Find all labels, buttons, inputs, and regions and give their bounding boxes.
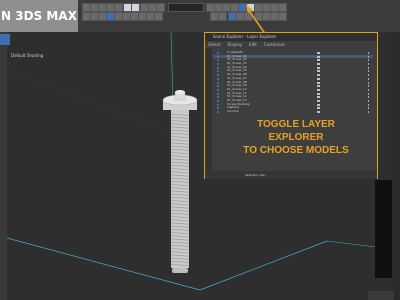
layer-render-icon[interactable]	[317, 85, 320, 88]
layer-eye-icon[interactable]	[217, 52, 219, 54]
layer-eye-icon[interactable]	[217, 81, 219, 84]
layer-render-icon[interactable]	[317, 63, 320, 66]
layer-eye-icon[interactable]	[217, 107, 219, 110]
layer-row[interactable]: Camera	[213, 110, 373, 114]
layer-render-icon[interactable]	[317, 74, 320, 77]
layer-color-swatch[interactable]	[368, 96, 369, 99]
view-gizmo[interactable]	[368, 291, 394, 300]
layer-render-icon[interactable]	[317, 81, 320, 84]
layer-render-icon[interactable]	[317, 55, 320, 58]
layer-color-swatch[interactable]	[368, 55, 369, 58]
layer-color-swatch[interactable]	[368, 85, 369, 88]
layer-color-swatch[interactable]	[368, 88, 369, 91]
layer-render-icon[interactable]	[317, 103, 320, 106]
layer-eye-icon[interactable]	[217, 70, 219, 73]
layer-color-swatch[interactable]	[368, 107, 369, 110]
layer-eye-icon[interactable]	[217, 92, 219, 95]
layer-render-icon[interactable]	[317, 96, 320, 99]
layer-render-icon[interactable]	[317, 70, 320, 73]
explorer-toolstrip[interactable]	[205, 48, 212, 171]
layer-render-icon[interactable]	[317, 66, 320, 69]
layer-color-swatch[interactable]	[368, 52, 369, 54]
layer-color-swatch[interactable]	[368, 66, 369, 69]
layer-eye-icon[interactable]	[217, 85, 219, 88]
command-panel-dark	[375, 180, 392, 278]
selection-set-label: Selection Set:	[245, 173, 266, 177]
layer-render-icon[interactable]	[317, 92, 320, 95]
explorer-menu-item[interactable]: Select	[208, 42, 220, 47]
explorer-menu-item[interactable]: Display	[227, 42, 242, 47]
layer-eye-icon[interactable]	[217, 96, 219, 99]
layer-eye-icon[interactable]	[217, 99, 219, 102]
explorer-menu-item[interactable]: Customize	[264, 42, 285, 47]
layer-render-icon[interactable]	[317, 52, 320, 54]
layer-eye-icon[interactable]	[217, 74, 219, 77]
layer-color-swatch[interactable]	[368, 59, 369, 62]
layer-eye-icon[interactable]	[217, 103, 219, 106]
explorer-menu: Select Display Edit Customize	[205, 41, 377, 48]
layer-eye-icon[interactable]	[217, 77, 219, 80]
layer-render-icon[interactable]	[317, 88, 320, 91]
layer-color-swatch[interactable]	[368, 63, 369, 66]
layer-eye-icon[interactable]	[217, 63, 219, 66]
layer-render-icon[interactable]	[317, 99, 320, 102]
layer-render-icon[interactable]	[317, 107, 320, 110]
command-panel-edge	[392, 32, 400, 300]
layer-render-icon[interactable]	[317, 77, 320, 80]
explorer-menu-item[interactable]: Edit	[249, 42, 257, 47]
callout-text: TOGGLE LAYER EXPLORER TO CHOOSE MODELS	[236, 118, 356, 157]
callout-line-1: TOGGLE LAYER EXPLORER	[257, 119, 335, 143]
layer-eye-icon[interactable]	[217, 59, 219, 62]
layer-eye-icon[interactable]	[217, 111, 219, 113]
layer-render-icon[interactable]	[317, 59, 320, 62]
layer-render-icon[interactable]	[317, 111, 320, 113]
layer-color-swatch[interactable]	[368, 74, 369, 77]
layer-color-swatch[interactable]	[368, 103, 369, 106]
layer-color-swatch[interactable]	[368, 99, 369, 102]
layer-name: Camera	[227, 110, 239, 113]
layer-color-swatch[interactable]	[368, 111, 369, 113]
layer-color-swatch[interactable]	[368, 70, 369, 73]
layer-color-swatch[interactable]	[368, 77, 369, 80]
callout-line-2: TO CHOOSE MODELS	[243, 145, 349, 156]
layer-eye-icon[interactable]	[217, 55, 219, 58]
layer-eye-icon[interactable]	[217, 66, 219, 69]
layer-color-swatch[interactable]	[368, 81, 369, 84]
explorer-title: Scene Explorer - Layer Explorer	[205, 33, 377, 41]
layer-eye-icon[interactable]	[217, 88, 219, 91]
explorer-status-bar: Selection Set:	[205, 171, 377, 179]
layer-color-swatch[interactable]	[368, 92, 369, 95]
